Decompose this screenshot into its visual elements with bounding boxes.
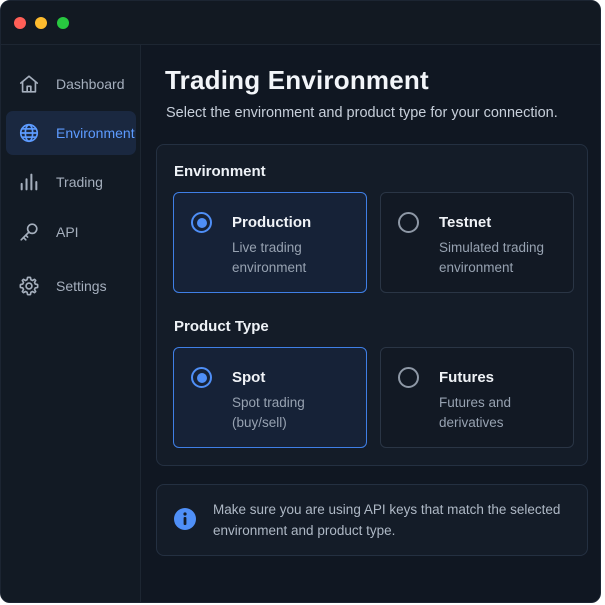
bar-chart-icon bbox=[18, 171, 40, 193]
option-description: Simulated trading environment bbox=[439, 240, 545, 275]
minimize-window-button[interactable] bbox=[35, 17, 47, 29]
info-notice: Make sure you are using API keys that ma… bbox=[156, 484, 588, 556]
option-title: Production bbox=[232, 214, 312, 231]
option-title: Spot bbox=[232, 369, 266, 386]
title-bar bbox=[1, 1, 600, 45]
sidebar-item-label: Environment bbox=[56, 125, 135, 141]
environment-section-label: Environment bbox=[174, 163, 266, 180]
page-subtitle: Select the environment and product type … bbox=[166, 105, 558, 121]
product-type-section-label: Product Type bbox=[174, 318, 269, 335]
globe-icon bbox=[18, 122, 40, 144]
option-description: Spot trading (buy/sell) bbox=[232, 395, 305, 430]
selection-panel: Environment Production Live trading envi… bbox=[156, 144, 588, 466]
option-production[interactable]: Production Live trading environment bbox=[173, 192, 367, 293]
sidebar-item-dashboard[interactable]: Dashboard bbox=[6, 62, 136, 106]
sidebar-item-settings[interactable]: Settings bbox=[6, 264, 136, 308]
app-window: Dashboard Environment Trading API Settin… bbox=[0, 0, 601, 603]
main-content: Trading Environment Select the environme… bbox=[142, 45, 600, 602]
option-title: Testnet bbox=[439, 214, 492, 231]
option-title: Futures bbox=[439, 369, 495, 386]
option-futures[interactable]: Futures Futures and derivatives bbox=[380, 347, 574, 448]
option-spot[interactable]: Spot Spot trading (buy/sell) bbox=[173, 347, 367, 448]
sidebar-item-label: Dashboard bbox=[56, 76, 125, 92]
futures-radio[interactable] bbox=[398, 367, 419, 388]
maximize-window-button[interactable] bbox=[57, 17, 69, 29]
sidebar-item-label: Settings bbox=[56, 278, 107, 294]
home-icon bbox=[18, 73, 40, 95]
testnet-radio[interactable] bbox=[398, 212, 419, 233]
key-icon bbox=[18, 221, 40, 243]
sidebar-item-trading[interactable]: Trading bbox=[6, 160, 136, 204]
option-description: Live trading environment bbox=[232, 240, 307, 275]
gear-icon bbox=[18, 275, 40, 297]
sidebar-item-label: API bbox=[56, 224, 79, 240]
info-icon bbox=[173, 507, 197, 531]
sidebar-item-api[interactable]: API bbox=[6, 210, 136, 254]
option-description: Futures and derivatives bbox=[439, 395, 512, 430]
production-radio[interactable] bbox=[191, 212, 212, 233]
sidebar-item-label: Trading bbox=[56, 174, 103, 190]
spot-radio[interactable] bbox=[191, 367, 212, 388]
sidebar: Dashboard Environment Trading API Settin… bbox=[1, 45, 141, 602]
page-title: Trading Environment bbox=[165, 65, 429, 95]
sidebar-item-environment[interactable]: Environment bbox=[6, 111, 136, 155]
notice-text: Make sure you are using API keys that ma… bbox=[213, 502, 561, 538]
option-testnet[interactable]: Testnet Simulated trading environment bbox=[380, 192, 574, 293]
close-window-button[interactable] bbox=[14, 17, 26, 29]
